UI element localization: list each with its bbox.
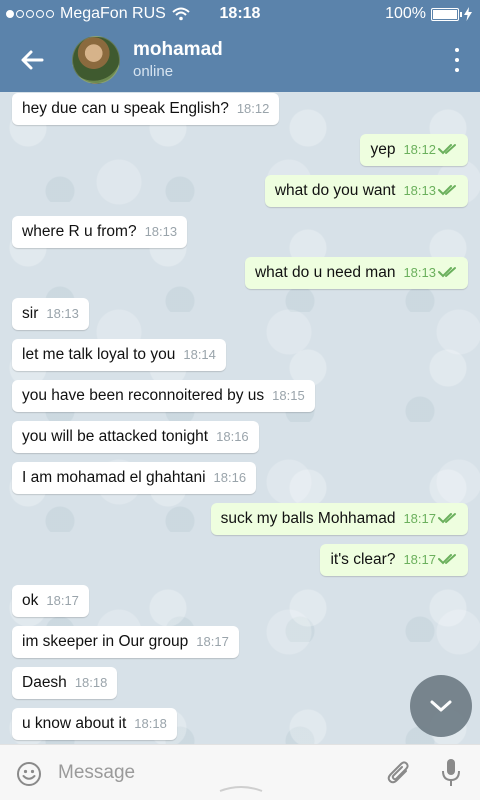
- scroll-down-button[interactable]: [410, 675, 472, 737]
- double-check-icon: [438, 185, 456, 196]
- message-list[interactable]: hey due can u speak English? 18:12 yep 18:1…: [0, 92, 480, 744]
- outgoing-message[interactable]: suck my balls Mohhamad 18:17: [210, 503, 468, 535]
- message-time: 18:17: [46, 593, 79, 608]
- microphone-icon[interactable]: [441, 758, 461, 788]
- message-time: 18:15: [272, 388, 305, 403]
- status-right: 100%: [385, 5, 472, 23]
- message-text: you have been reconnoitered by us: [22, 387, 265, 404]
- battery-percent: 100%: [385, 5, 426, 22]
- message-text: you will be attacked tonight: [22, 428, 209, 445]
- message-time: 18:12: [236, 101, 270, 116]
- double-check-icon: [438, 554, 456, 565]
- drag-handle-icon[interactable]: [218, 783, 264, 793]
- contact-name[interactable]: mohamad: [133, 39, 223, 61]
- outgoing-message[interactable]: what do you want 18:13: [264, 175, 468, 207]
- message-time: 18:13: [403, 265, 436, 280]
- double-check-icon: [438, 513, 456, 524]
- message-text: u know about it: [22, 715, 127, 732]
- composer: [0, 744, 480, 800]
- double-check-icon: [438, 267, 456, 278]
- outgoing-message[interactable]: yep 18:12: [360, 134, 468, 166]
- message-text: what do u need man: [254, 264, 396, 281]
- incoming-message[interactable]: sir 18:13: [12, 298, 89, 330]
- paperclip-icon[interactable]: [386, 759, 412, 787]
- message-text: what do you want: [274, 182, 396, 199]
- message-text: where R u from?: [22, 223, 137, 240]
- status-bar: MegaFon RUS 18:18 100%: [0, 0, 480, 28]
- message-time: 18:18: [74, 675, 108, 690]
- message-text: let me talk loyal to you: [22, 346, 176, 363]
- message-time: 18:13: [46, 306, 79, 321]
- message-text: im skeeper in Our group: [22, 633, 189, 650]
- chevron-down-icon: [430, 700, 452, 712]
- incoming-message[interactable]: you will be attacked tonight 18:16: [12, 421, 259, 453]
- message-time: 18:18: [134, 716, 167, 731]
- message-text: it's clear?: [330, 551, 396, 568]
- chat-header: mohamad online: [0, 28, 480, 92]
- message-text: I am mohamad el ghahtani: [22, 469, 206, 486]
- battery-icon: [431, 7, 462, 21]
- double-check-icon: [438, 144, 456, 155]
- smiley-icon[interactable]: [16, 761, 42, 787]
- charging-icon: [464, 7, 472, 21]
- message-input[interactable]: [58, 757, 368, 789]
- more-vertical-icon[interactable]: [454, 48, 460, 72]
- message-time: 18:17: [196, 634, 229, 649]
- message-text: hey due can u speak English?: [22, 100, 229, 117]
- arrow-left-icon[interactable]: [18, 46, 46, 74]
- outgoing-message[interactable]: what do u need man 18:13: [244, 257, 468, 289]
- incoming-message[interactable]: I am mohamad el ghahtani 18:16: [12, 462, 257, 494]
- message-text: suck my balls Mohhamad: [220, 510, 396, 527]
- message-time: 18:14: [183, 347, 216, 362]
- incoming-message[interactable]: you have been reconnoitered by us 18:15: [12, 380, 315, 412]
- incoming-message[interactable]: ok 18:17: [12, 585, 89, 617]
- message-time: 18:16: [213, 470, 247, 485]
- incoming-message[interactable]: hey due can u speak English? 18:12: [12, 93, 280, 125]
- incoming-message[interactable]: u know about it 18:18: [12, 708, 177, 740]
- contact-status: online: [133, 63, 174, 80]
- message-text: yep: [370, 141, 396, 158]
- message-time: 18:13: [144, 224, 178, 239]
- message-text: sir: [22, 305, 39, 322]
- incoming-message[interactable]: Daesh 18:18: [12, 667, 118, 699]
- incoming-message[interactable]: im skeeper in Our group 18:17: [12, 626, 239, 658]
- message-time: 18:16: [216, 429, 249, 444]
- avatar[interactable]: [72, 36, 120, 84]
- message-time: 18:13: [403, 183, 436, 198]
- outgoing-message[interactable]: it's clear? 18:17: [320, 544, 468, 576]
- message-time: 18:17: [403, 552, 436, 567]
- message-time: 18:17: [403, 511, 436, 526]
- incoming-message[interactable]: let me talk loyal to you 18:14: [12, 339, 226, 371]
- message-time: 18:12: [403, 142, 436, 157]
- message-text: ok: [22, 592, 39, 609]
- incoming-message[interactable]: where R u from? 18:13: [12, 216, 188, 248]
- message-text: Daesh: [22, 674, 67, 691]
